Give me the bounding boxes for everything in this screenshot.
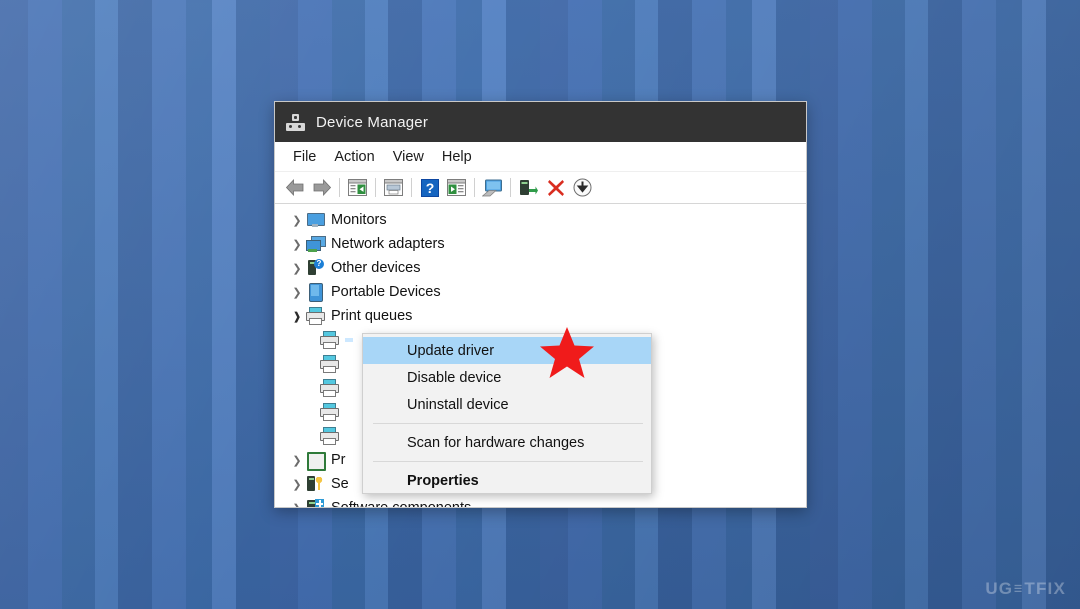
menu-bar: File Action View Help <box>275 142 806 172</box>
printer-icon <box>320 403 339 421</box>
tree-item-monitors[interactable]: ❯ Monitors <box>275 208 806 232</box>
tree-item-label: Se <box>331 475 349 492</box>
tree-item-print-queues[interactable]: ❱ Print queues <box>275 304 806 328</box>
security-device-icon <box>306 475 324 493</box>
watermark-mark: ≡ <box>1014 579 1024 598</box>
context-menu-uninstall-device[interactable]: Uninstall device <box>363 391 651 418</box>
other-device-icon: ? <box>306 259 324 277</box>
tree-item-label <box>345 338 353 342</box>
disable-device-icon[interactable] <box>515 175 542 200</box>
menu-help[interactable]: Help <box>433 147 481 167</box>
tree-item-portable-devices[interactable]: ❯ Portable Devices <box>275 280 806 304</box>
tree-item-label: Network adapters <box>331 235 445 252</box>
update-driver-icon[interactable] <box>479 175 506 200</box>
chevron-right-icon[interactable]: ❯ <box>288 454 306 467</box>
chevron-right-icon[interactable]: ❯ <box>288 262 306 275</box>
properties-icon[interactable] <box>380 175 407 200</box>
scan-hardware-changes-icon[interactable] <box>569 175 596 200</box>
software-component-icon <box>306 499 324 507</box>
toolbar: ? <box>275 172 806 204</box>
printer-icon <box>320 427 339 445</box>
toolbar-separator <box>339 178 340 197</box>
svg-text:?: ? <box>425 180 434 196</box>
context-menu-scan-for-hardware-changes[interactable]: Scan for hardware changes <box>363 429 651 456</box>
context-menu-update-driver[interactable]: Update driver <box>363 337 651 364</box>
watermark-left: UG <box>985 579 1014 598</box>
tree-item-other-devices[interactable]: ❯ ? Other devices <box>275 256 806 280</box>
context-menu-disable-device[interactable]: Disable device <box>363 364 651 391</box>
printer-icon <box>306 307 325 325</box>
chevron-right-icon[interactable]: ❯ <box>288 214 306 227</box>
ugetfix-watermark: UG≡TFIX <box>985 579 1066 599</box>
tree-item-label: Portable Devices <box>331 283 441 300</box>
menu-action[interactable]: Action <box>325 147 383 167</box>
context-menu[interactable]: Update driver Disable device Uninstall d… <box>362 333 652 494</box>
printer-icon <box>320 379 339 397</box>
window-titlebar: Device Manager <box>275 102 806 142</box>
show-hide-console-tree-icon[interactable] <box>344 175 371 200</box>
menu-file[interactable]: File <box>284 147 325 167</box>
toolbar-separator <box>411 178 412 197</box>
device-manager-icon <box>286 113 305 131</box>
portable-device-icon <box>306 283 324 302</box>
tree-item-network-adapters[interactable]: ❯ Network adapters <box>275 232 806 256</box>
uninstall-device-icon[interactable] <box>542 175 569 200</box>
tree-item-label: Monitors <box>331 211 387 228</box>
back-icon[interactable] <box>281 175 308 200</box>
chevron-right-icon[interactable]: ❯ <box>288 502 306 508</box>
network-adapter-icon <box>306 235 326 253</box>
chevron-right-icon[interactable]: ❯ <box>288 286 306 299</box>
chevron-right-icon[interactable]: ❯ <box>288 478 306 491</box>
monitor-icon <box>306 211 325 229</box>
context-menu-properties[interactable]: Properties <box>363 467 651 494</box>
help-icon[interactable]: ? <box>416 175 443 200</box>
tree-item-label: Software components <box>331 501 471 507</box>
tree-item-label: Pr <box>331 451 346 468</box>
context-menu-separator <box>373 423 643 424</box>
show-action-pane-icon[interactable] <box>443 175 470 200</box>
screenshot-root: UG≡TFIX Device Manager File Action View … <box>0 0 1080 609</box>
printer-icon <box>320 331 339 349</box>
processor-icon <box>306 451 326 471</box>
forward-icon[interactable] <box>308 175 335 200</box>
context-menu-separator <box>373 461 643 462</box>
chevron-right-icon[interactable]: ❯ <box>288 238 306 251</box>
toolbar-separator <box>375 178 376 197</box>
toolbar-separator <box>474 178 475 197</box>
toolbar-separator <box>510 178 511 197</box>
menu-view[interactable]: View <box>384 147 433 167</box>
chevron-down-icon[interactable]: ❱ <box>288 310 306 323</box>
tree-item-label: Other devices <box>331 259 421 276</box>
watermark-right: TFIX <box>1024 579 1066 598</box>
printer-icon <box>320 355 339 373</box>
tree-item-label: Print queues <box>331 307 413 324</box>
tree-item-software-components[interactable]: ❯ Software components <box>275 496 806 507</box>
window-title: Device Manager <box>316 113 429 131</box>
